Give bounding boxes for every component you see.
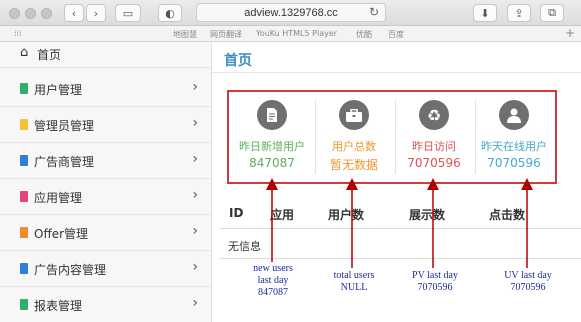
annotation-line: PV last day <box>412 270 458 281</box>
annotation-total-users: total users NULL <box>322 270 386 294</box>
annotation-line: 7070596 <box>510 282 546 293</box>
annotation-uv: UV last day 7070596 <box>492 270 564 294</box>
annotation-line: 847087 <box>258 287 288 298</box>
annotation-line: total users <box>333 270 375 281</box>
annotation-pv: PV last day 7070596 <box>400 270 470 294</box>
annotation-line: 7070596 <box>417 282 453 293</box>
annotation-line: last day <box>257 275 289 286</box>
annotation-line: NULL <box>340 282 368 293</box>
annotation-line: UV last day <box>504 270 552 281</box>
annotation-line: new users <box>253 263 293 274</box>
annotation-new-users: new users last day 847087 <box>244 263 302 299</box>
